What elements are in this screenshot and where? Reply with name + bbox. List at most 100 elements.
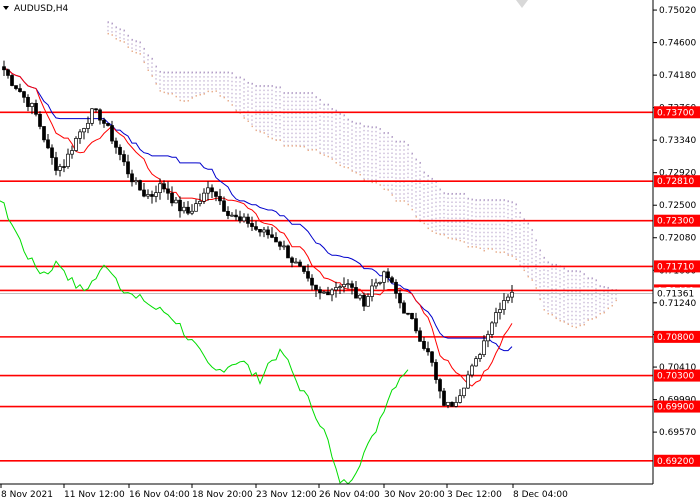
cloud-span-b-dot — [231, 72, 233, 74]
cloud-span-b-dot — [439, 188, 441, 191]
cloud-span-b-dot — [123, 29, 125, 32]
level-label: 0.72810 — [657, 177, 694, 187]
cloud-span-a-dot — [471, 246, 473, 248]
candle-body — [190, 210, 194, 214]
cloud-span-a-dot — [427, 227, 429, 230]
cloud-span-a-dot — [363, 179, 365, 181]
level-label: 0.69200 — [657, 457, 694, 467]
candle-body — [34, 103, 38, 115]
cloud-span-a-dot — [315, 149, 317, 151]
candle-body — [270, 234, 274, 238]
cloud-span-a-dot — [611, 304, 613, 307]
cloud-span-a-dot — [547, 312, 549, 315]
cloud-span-a-dot — [223, 96, 225, 99]
candle-body — [122, 154, 126, 163]
cloud-span-a-dot — [431, 230, 433, 232]
chikou-span-line — [0, 200, 409, 485]
candle-body — [166, 188, 170, 194]
candle-body — [282, 245, 286, 248]
cloud-span-b-dot — [167, 71, 169, 74]
cloud-span-b-dot — [311, 92, 313, 94]
cloud-span-a-dot — [303, 145, 305, 148]
cloud-span-b-dot — [255, 85, 257, 87]
candle-body — [242, 216, 246, 222]
candle-body — [450, 401, 454, 407]
chart-window[interactable]: 0.750200.746000.741800.737600.733400.729… — [0, 0, 700, 500]
cloud-span-b-dot — [491, 199, 493, 201]
candle-body — [414, 318, 418, 332]
candle-body — [406, 312, 410, 315]
candle-body — [390, 277, 394, 283]
cloud-span-a-dot — [479, 247, 481, 250]
cloud-span-a-dot — [347, 166, 349, 169]
cloud-span-b-dot — [415, 158, 417, 161]
cloud-span-a-dot — [155, 83, 157, 85]
candle-body — [226, 210, 230, 216]
cloud-span-a-dot — [243, 117, 245, 119]
cloud-span-a-dot — [175, 95, 177, 98]
cloud-span-b-dot — [247, 81, 249, 84]
candle-body — [74, 138, 78, 151]
cloud-span-b-dot — [199, 71, 201, 74]
cloud-span-a-dot — [195, 95, 197, 97]
candle-body — [198, 200, 202, 204]
candle-body — [430, 351, 434, 363]
cloud-span-a-dot — [127, 46, 129, 48]
cloud-span-a-dot — [355, 171, 357, 174]
cloud-span-b-dot — [431, 177, 433, 180]
cloud-span-b-dot — [239, 76, 241, 79]
candle-body — [118, 146, 122, 155]
cloud-span-b-dot — [375, 126, 377, 128]
time-tick-label: 18 Nov 20:00 — [192, 490, 253, 500]
candle-body — [186, 206, 190, 214]
cloud-span-a-dot — [279, 139, 281, 141]
cloud-span-b-dot — [139, 41, 141, 44]
candle-body — [482, 340, 486, 355]
cloud-span-a-dot — [567, 323, 569, 326]
candle-body — [470, 365, 474, 376]
candle-body — [274, 237, 278, 243]
cloud-span-b-dot — [583, 273, 585, 275]
cloud-span-a-dot — [191, 97, 193, 99]
cloud-span-a-dot — [447, 237, 449, 239]
cloud-span-b-dot — [579, 270, 581, 273]
candle-body — [70, 150, 74, 155]
cloud-span-b-dot — [515, 203, 517, 206]
cloud-span-a-dot — [615, 299, 617, 302]
cloud-span-b-dot — [355, 122, 357, 125]
cloud-span-a-dot — [231, 104, 233, 106]
cloud-span-b-dot — [339, 113, 341, 115]
candle-body — [334, 287, 338, 291]
candle-body — [114, 140, 118, 148]
candle-body — [58, 166, 62, 171]
cloud-span-a-dot — [219, 95, 221, 97]
price-tick-label: 0.72080 — [659, 234, 696, 244]
candle-body — [154, 192, 158, 197]
cloud-span-a-dot — [119, 40, 121, 42]
cloud-span-b-dot — [267, 85, 269, 87]
cloud-span-a-dot — [151, 75, 153, 77]
candle-body — [446, 401, 450, 406]
cloud-span-a-dot — [291, 145, 293, 147]
cloud-span-a-dot — [595, 316, 597, 319]
cloud-span-a-dot — [483, 249, 485, 252]
symbol-dropdown-icon[interactable] — [3, 6, 9, 10]
candle-body — [438, 379, 442, 392]
candle-body — [46, 139, 50, 149]
price-chart[interactable]: 0.750200.746000.741800.737600.733400.729… — [0, 0, 700, 500]
cloud-span-a-dot — [375, 181, 377, 184]
cloud-span-a-dot — [543, 309, 545, 311]
cloud-span-b-dot — [587, 277, 589, 279]
candle-body — [158, 183, 162, 193]
cloud-span-a-dot — [395, 200, 397, 202]
one-click-trading-icon[interactable] — [516, 0, 528, 8]
candle-body — [214, 191, 218, 197]
cloud-span-a-dot — [495, 251, 497, 253]
candle-body — [134, 180, 138, 183]
time-tick-label: 3 Dec 12:00 — [447, 490, 502, 500]
candle-body — [338, 286, 342, 289]
cloud-span-a-dot — [571, 325, 573, 328]
cloud-span-b-dot — [211, 71, 213, 74]
price-tick-label: 0.74180 — [659, 71, 696, 81]
candle-body — [202, 192, 206, 202]
